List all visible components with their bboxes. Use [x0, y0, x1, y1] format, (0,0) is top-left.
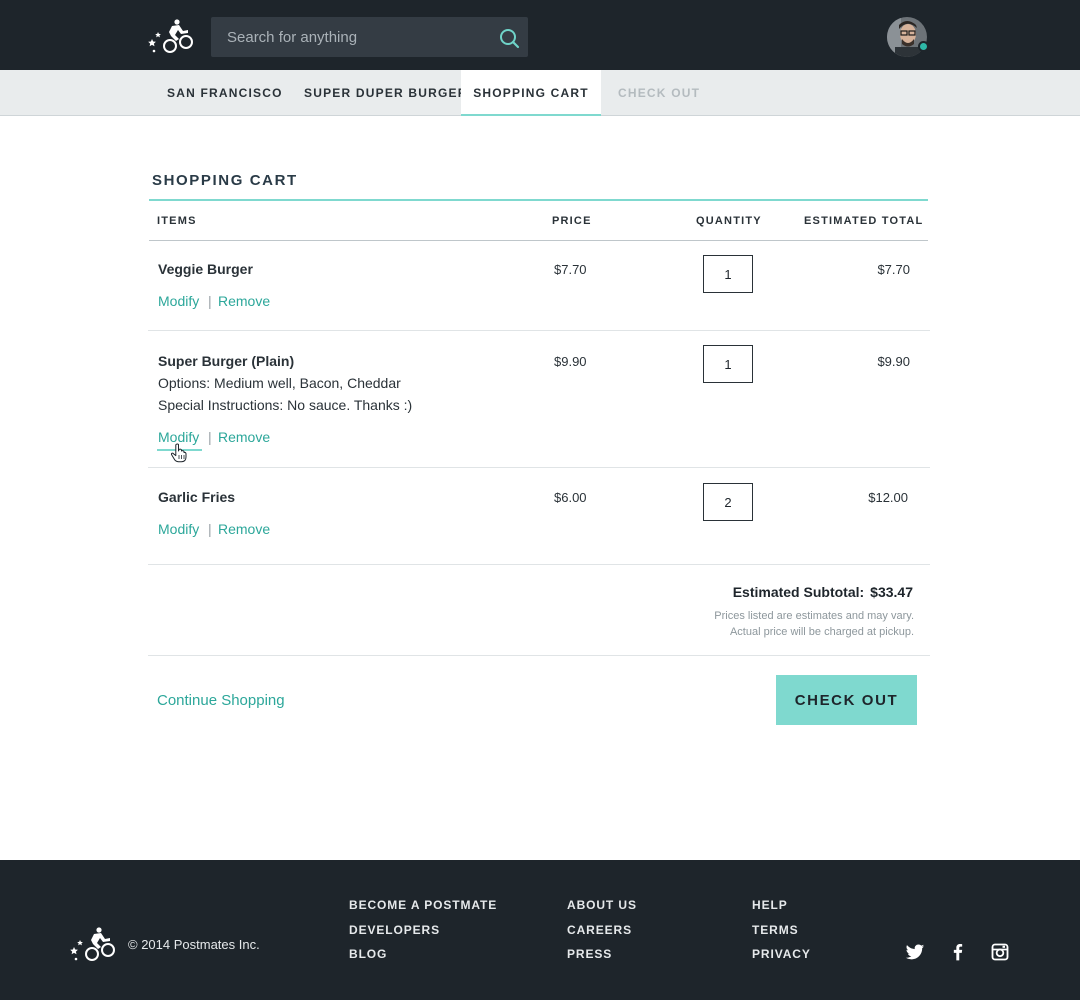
disclaimer-line: Prices listed are estimates and may vary… [714, 610, 914, 622]
item-name: Super Burger (Plain) [158, 353, 295, 369]
continue-shopping-link[interactable]: Continue Shopping [157, 692, 285, 709]
subtotal-value: $33.47 [870, 584, 913, 600]
footer-link-press[interactable]: PRESS [567, 947, 612, 961]
item-name: Garlic Fries [158, 489, 236, 505]
modify-link[interactable]: Modify [158, 293, 199, 309]
breadcrumb: SAN FRANCISCO SUPER DUPER BURGER SHOPPIN… [0, 70, 1080, 116]
search-input[interactable] [211, 17, 491, 57]
footer: © 2014 Postmates Inc. BECOME A POSTMATE … [0, 860, 1080, 1000]
check-out-button[interactable]: CHECK OUT [776, 675, 917, 725]
online-status-dot [918, 41, 929, 52]
remove-link[interactable]: Remove [218, 293, 270, 309]
copyright-text: © 2014 Postmates Inc. [128, 937, 260, 952]
link-separator: | [208, 429, 212, 445]
quantity-input[interactable] [703, 345, 753, 383]
breadcrumb-shopping-cart[interactable]: SHOPPING CART [461, 70, 601, 116]
footer-link-careers[interactable]: CAREERS [567, 923, 632, 937]
quantity-input[interactable] [703, 255, 753, 293]
item-price: $7.70 [554, 262, 587, 277]
link-separator: | [208, 293, 212, 309]
item-price: $9.90 [554, 354, 587, 369]
breadcrumb-check-out: CHECK OUT [618, 86, 701, 100]
subtotal-label: Estimated Subtotal: [732, 584, 865, 600]
remove-link[interactable]: Remove [218, 429, 270, 445]
disclaimer-line: Actual price will be charged at pickup. [729, 626, 914, 638]
footer-link-blog[interactable]: BLOG [349, 947, 387, 961]
search-bar[interactable] [211, 17, 528, 57]
header-divider [149, 240, 928, 241]
facebook-icon[interactable] [948, 942, 968, 962]
row-divider [148, 330, 930, 331]
footer-link-privacy[interactable]: PRIVACY [752, 947, 811, 961]
search-icon[interactable] [498, 27, 520, 49]
item-options: Options: Medium well, Bacon, Cheddar [158, 375, 401, 391]
row-divider [148, 467, 930, 468]
quantity-input[interactable] [703, 483, 753, 521]
column-header-price: PRICE [552, 215, 592, 227]
top-navigation-bar [0, 0, 1080, 70]
hand-cursor-icon [170, 443, 187, 463]
item-name: Veggie Burger [158, 261, 253, 277]
twitter-icon[interactable] [905, 942, 925, 962]
instagram-icon[interactable] [990, 942, 1010, 962]
title-divider [149, 199, 928, 201]
price-disclaimer: Prices listed are estimates and may vary… [614, 608, 914, 640]
footer-link-become-a-postmate[interactable]: BECOME A POSTMATE [349, 898, 497, 912]
column-header-quantity: QUANTITY [696, 215, 762, 227]
column-header-total: ESTIMATED TOTAL [804, 215, 924, 227]
estimated-subtotal: Estimated Subtotal: $33.47 [733, 584, 913, 600]
link-separator: | [208, 521, 212, 537]
breadcrumb-super-duper-burger[interactable]: SUPER DUPER BURGER [304, 70, 468, 116]
footer-link-about-us[interactable]: ABOUT US [567, 898, 637, 912]
item-total: $12.00 [868, 490, 908, 505]
item-total: $7.70 [877, 262, 910, 277]
item-price: $6.00 [554, 490, 587, 505]
remove-link[interactable]: Remove [218, 521, 270, 537]
item-total: $9.90 [877, 354, 910, 369]
footer-link-developers[interactable]: DEVELOPERS [349, 923, 440, 937]
page-title: SHOPPING CART [152, 172, 298, 189]
modify-link[interactable]: Modify [158, 521, 199, 537]
row-divider [148, 655, 930, 656]
row-divider [148, 564, 930, 565]
breadcrumb-san-francisco[interactable]: SAN FRANCISCO [167, 70, 283, 116]
postmates-logo-icon[interactable] [68, 926, 118, 962]
item-instructions: Special Instructions: No sauce. Thanks :… [158, 397, 413, 413]
footer-link-help[interactable]: HELP [752, 898, 788, 912]
footer-link-terms[interactable]: TERMS [752, 923, 799, 937]
column-header-items: ITEMS [157, 215, 197, 227]
postmates-logo-icon[interactable] [148, 18, 194, 54]
